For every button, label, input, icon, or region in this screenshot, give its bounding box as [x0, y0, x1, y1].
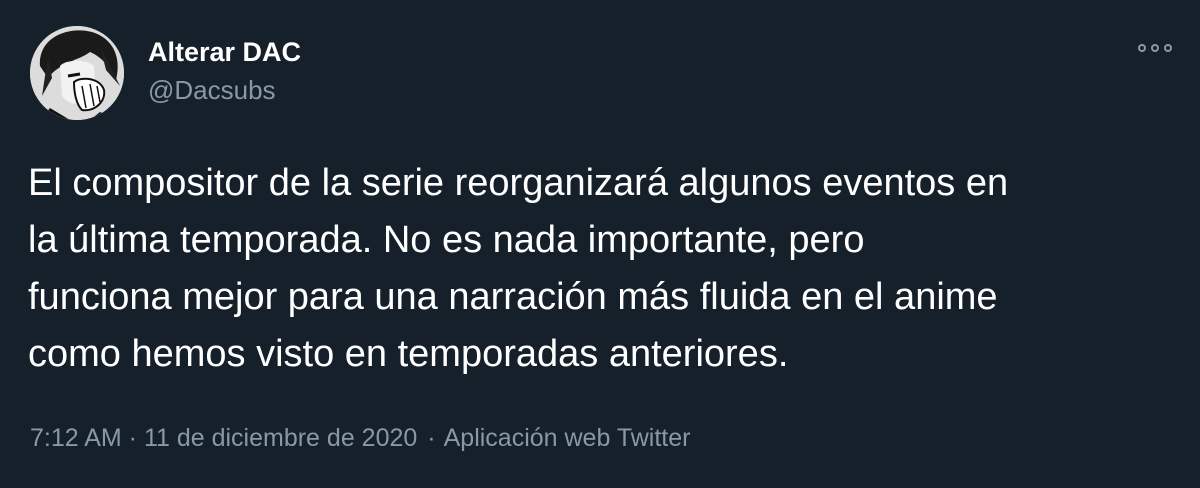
display-name[interactable]: Alterar DAC	[148, 36, 301, 68]
dot-icon	[1138, 44, 1146, 52]
tweet-text-line: El compositor de la serie reorganizará a…	[28, 162, 1009, 204]
tweet-card: Alterar DAC @Dacsubs El compositor de la…	[0, 0, 1200, 488]
more-options-icon[interactable]	[1138, 38, 1172, 58]
avatar[interactable]	[30, 26, 124, 120]
tweet-text: El compositor de la serie reorganizará a…	[28, 155, 1178, 383]
dot-icon	[1151, 44, 1159, 52]
avatar-image	[30, 26, 124, 120]
source-link[interactable]: Aplicación web Twitter	[444, 424, 691, 452]
tweet-text-line: la última temporada. No es nada importan…	[28, 219, 865, 261]
meta-separator: ·	[427, 424, 436, 452]
tweet-meta: 7:12 AM · 11 de diciembre de 2020 · Aplica…	[30, 422, 690, 454]
handle[interactable]: @Dacsubs	[148, 74, 276, 106]
tweet-text-line: funciona mejor para una narración más fl…	[28, 276, 998, 318]
tweet-text-line: como hemos visto en temporadas anteriore…	[28, 333, 789, 375]
dot-icon	[1164, 44, 1172, 52]
timestamp-link[interactable]: 7:12 AM · 11 de diciembre de 2020	[30, 424, 417, 452]
